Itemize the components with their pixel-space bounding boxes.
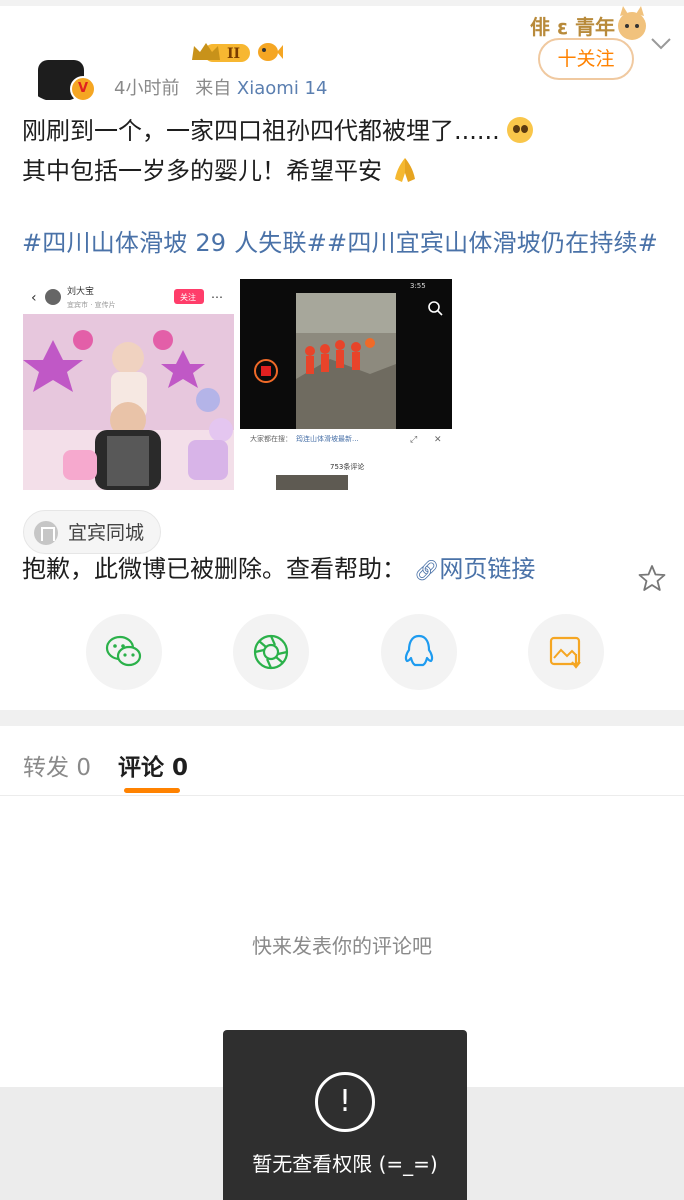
rescue-video-screenshot: 3:55 大家都在搜： 筠连山体滑坡最新... ⤢ ✕ 753条评论 bbox=[240, 279, 452, 490]
img2-search-term: 筠连山体滑坡最新... bbox=[296, 434, 359, 443]
post-device: Xiaomi 14 bbox=[236, 78, 328, 99]
wechat-icon bbox=[105, 635, 142, 667]
share-qq-button[interactable] bbox=[381, 614, 457, 690]
qq-icon bbox=[404, 634, 434, 667]
section-divider bbox=[0, 710, 684, 726]
post-text-line1: 刚刷到一个，一家四口祖孙四代都被埋了...... bbox=[22, 114, 672, 148]
link-icon: 🔗︎ bbox=[414, 558, 440, 582]
fish-icon bbox=[258, 43, 283, 61]
permission-toast: ! 暂无查看权限 (=_=) bbox=[223, 1030, 467, 1200]
svg-text:俳 ε 青年: 俳 ε 青年 bbox=[530, 15, 615, 39]
tab-repost[interactable]: 转发 0 bbox=[23, 748, 91, 782]
weibo-post: V II 4小时前 来自 Xiaomi 14 俳 ε 青年 十关注 刚刷到一个，… bbox=[0, 0, 684, 710]
pleading-emoji-icon bbox=[507, 117, 534, 143]
img1-username: 刘大宝 bbox=[67, 285, 94, 297]
post-image-2[interactable]: 3:55 大家都在搜： 筠连山体滑坡最新... ⤢ ✕ 753条评论 bbox=[240, 279, 452, 490]
cat-sticker-icon: 俳 ε 青年 bbox=[530, 6, 646, 40]
img1-subline: 宜宾市 · 宣传片 bbox=[67, 300, 116, 309]
verified-badge: V bbox=[70, 76, 96, 102]
web-link[interactable]: 🔗︎网页链接 bbox=[414, 555, 535, 583]
svg-text:✕: ✕ bbox=[434, 435, 442, 445]
building-icon bbox=[34, 521, 58, 545]
img1-follow: 关注 bbox=[180, 292, 196, 302]
tab-comment-count: 0 bbox=[172, 755, 189, 781]
location-chip[interactable]: 宜宾同城 bbox=[23, 510, 161, 554]
web-link-text: 网页链接 bbox=[439, 555, 536, 583]
img2-search-prefix: 大家都在搜： bbox=[250, 434, 292, 443]
moments-icon bbox=[253, 634, 289, 670]
svg-text:⤢: ⤢ bbox=[409, 435, 417, 445]
exclamation-icon: ! bbox=[315, 1072, 375, 1132]
tab-repost-label: 转发 bbox=[23, 755, 69, 781]
svg-text:‹: ‹ bbox=[31, 290, 37, 306]
post-meta: 4小时前 来自 Xiaomi 14 bbox=[114, 74, 327, 100]
tab-repost-count: 0 bbox=[76, 755, 91, 781]
chevron-down-icon[interactable] bbox=[650, 36, 672, 52]
member-level-text: II bbox=[227, 46, 240, 62]
post-time: 4小时前 bbox=[114, 78, 180, 99]
pray-emoji-icon bbox=[394, 158, 415, 182]
post-source-prefix: 来自 bbox=[195, 78, 232, 99]
toast-message: 暂无查看权限 (=_=) bbox=[252, 1152, 438, 1176]
active-tab-indicator bbox=[124, 788, 180, 793]
post-text-line1-content: 刚刷到一个，一家四口祖孙四代都被埋了...... bbox=[22, 117, 500, 145]
post-text-line2-content: 其中包括一岁多的婴儿！希望平安 bbox=[22, 157, 382, 185]
tab-bar: 转发 0 评论 0 bbox=[0, 726, 684, 796]
family-photo: ‹ 刘大宝 宜宾市 · 宣传片 关注 ⋯ bbox=[23, 280, 234, 490]
member-crown-icon: II bbox=[192, 43, 250, 62]
img2-status-time: 3:55 bbox=[410, 282, 426, 290]
post-text-line2: 其中包括一岁多的婴儿！希望平安 bbox=[22, 154, 672, 188]
favorite-star-icon[interactable] bbox=[638, 564, 666, 592]
save-image-button[interactable] bbox=[528, 614, 604, 690]
share-wechat-button[interactable] bbox=[86, 614, 162, 690]
img2-comments-count: 753条评论 bbox=[330, 462, 364, 471]
hashtags[interactable]: #四川山体滑坡 29 人失联##四川宜宾山体滑坡仍在持续# bbox=[22, 226, 658, 260]
deleted-notice-text: 抱歉，此微博已被删除。查看帮助： bbox=[22, 555, 406, 583]
tab-comment-label: 评论 bbox=[118, 755, 164, 781]
post-image-1[interactable]: ‹ 刘大宝 宜宾市 · 宣传片 关注 ⋯ bbox=[23, 280, 234, 490]
share-moments-button[interactable] bbox=[233, 614, 309, 690]
empty-comments-text: 快来发表你的评论吧 bbox=[252, 934, 432, 958]
save-image-icon bbox=[549, 636, 581, 669]
location-text: 宜宾同城 bbox=[68, 522, 145, 544]
svg-text:⋯: ⋯ bbox=[211, 290, 223, 304]
follow-button[interactable]: 十关注 bbox=[538, 38, 634, 80]
deleted-notice: 抱歉，此微博已被删除。查看帮助： 🔗︎网页链接 bbox=[22, 552, 535, 587]
tab-comment[interactable]: 评论 0 bbox=[118, 748, 188, 782]
